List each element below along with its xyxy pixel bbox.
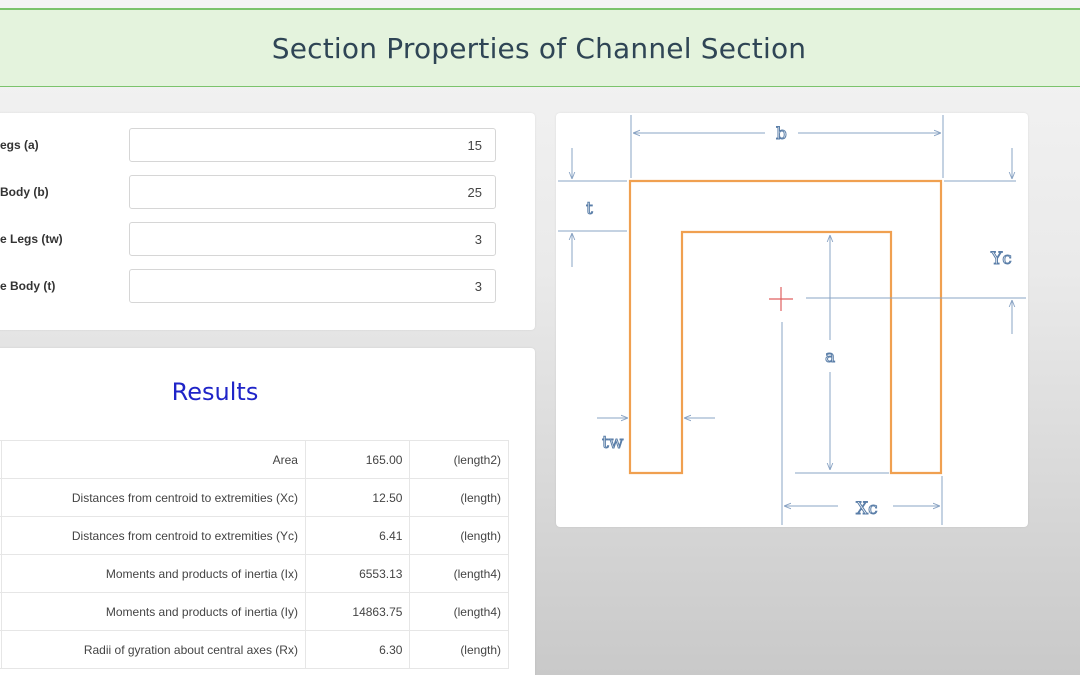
label-t: t [586,199,593,219]
property-unit: (length) [409,516,509,555]
channel-section-diagram: b t Yc a tw Xc [558,115,1026,525]
centroid-marker [769,287,793,311]
table-row: Area 165.00 (length2) [0,440,509,479]
label-xc: Xc [856,499,878,519]
section-diagram-panel: b t Yc a tw Xc [556,113,1028,527]
property-unit: (length2) [409,440,509,479]
property-value: 12.50 [304,478,411,517]
label-a: a [825,347,835,367]
legs-thickness-label: e Legs (tw) [0,232,63,246]
table-row: Moments and products of inertia (Ix) 655… [0,554,509,593]
body-thickness-label: e Body (t) [0,279,56,293]
label-yc: Yc [990,249,1012,269]
property-name: Area [0,440,306,479]
page-header: Section Properties of Channel Section [0,8,1080,87]
property-name: Distances from centroid to extremities (… [0,478,306,517]
property-name: Radii of gyration about central axes (Rx… [0,630,306,669]
legs-length-input[interactable] [129,128,496,162]
results-table: Area 165.00 (length2) Distances from cen… [0,440,509,669]
property-value: 6.41 [304,516,411,555]
property-unit: (length4) [409,554,509,593]
label-tw: tw [602,433,624,453]
table-row: Radii of gyration about central axes (Rx… [0,630,509,669]
property-name: Moments and products of inertia (Ix) [0,554,306,593]
property-value: 6.30 [304,630,411,669]
body-thickness-input[interactable] [129,269,496,303]
property-name: Distances from centroid to extremities (… [0,516,306,555]
dimension-lines [558,115,1026,525]
property-value: 165.00 [304,440,411,479]
table-row: Moments and products of inertia (Iy) 148… [0,592,509,631]
legs-length-label: egs (a) [0,138,39,152]
property-unit: (length) [409,630,509,669]
table-row: Distances from centroid to extremities (… [0,516,509,555]
body-length-label: Body (b) [0,185,49,199]
table-row: Distances from centroid to extremities (… [0,478,509,517]
property-value: 6553.13 [304,554,411,593]
label-b: b [776,124,787,144]
legs-thickness-input[interactable] [129,222,496,256]
property-value: 14863.75 [304,592,411,631]
page-title: Section Properties of Channel Section [271,31,807,65]
results-title: Results [171,378,259,406]
channel-outline [628,179,943,475]
body-length-input[interactable] [129,175,496,209]
property-unit: (length) [409,478,509,517]
property-unit: (length4) [409,592,509,631]
property-name: Moments and products of inertia (Iy) [0,592,306,631]
